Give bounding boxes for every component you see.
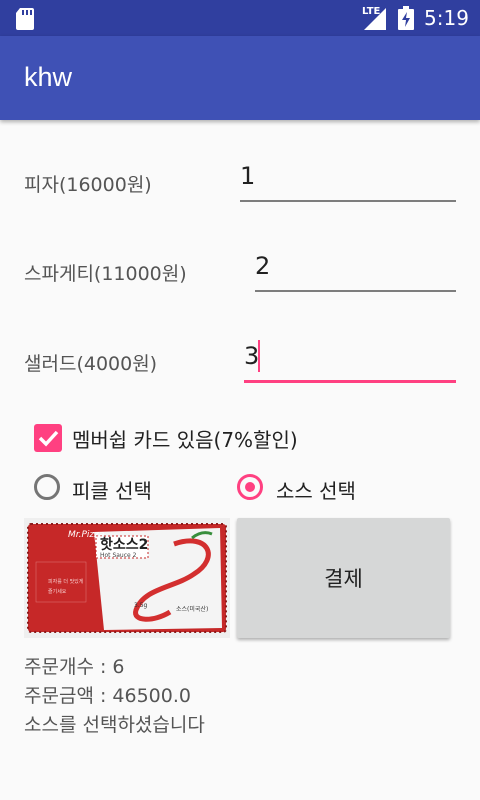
spaghetti-label: 스파게티(11000원) <box>24 263 187 285</box>
pizza-label: 피자(16000원) <box>24 174 152 196</box>
selection-message-text: 소스를 선택하셨습니다 <box>24 714 205 736</box>
pizza-quantity-input[interactable] <box>240 152 456 200</box>
radio-selected-dot <box>245 482 255 492</box>
salad-quantity-input[interactable] <box>244 332 456 380</box>
product-name-en: Hot Sauce 2 <box>100 552 137 559</box>
spaghetti-quantity-input[interactable] <box>255 242 456 290</box>
pay-button[interactable]: 결제 <box>237 518 450 638</box>
pickle-radio-label[interactable]: 피클 선택 <box>72 475 152 504</box>
salad-quantity-field[interactable] <box>244 332 456 383</box>
check-icon <box>38 430 59 447</box>
brand-text: Mr.Pizza <box>68 530 105 540</box>
membership-label[interactable]: 멤버쉽 카드 있음(7%할인) <box>72 424 298 453</box>
status-bar: LTE 5:19 <box>0 0 480 36</box>
sauce-radio-label[interactable]: 소스 선택 <box>276 475 356 504</box>
product-origin: 소스(미국산) <box>176 606 209 613</box>
order-count-text: 주문개수 : 6 <box>24 656 125 678</box>
product-weight: 3.5g <box>134 602 148 609</box>
signal-icon <box>364 8 386 30</box>
clock-time: 5:19 <box>424 6 469 30</box>
product-name-ko: 핫소스2 <box>100 537 149 553</box>
membership-checkbox[interactable] <box>34 424 62 452</box>
hot-sauce-image: Mr.Pizza 핫소스2 Hot Sauce 2 피자를 더 맛있게 즐기세요… <box>24 518 230 638</box>
battery-icon <box>398 6 414 30</box>
pizza-quantity-field[interactable] <box>240 152 456 202</box>
sd-card-icon <box>16 8 34 30</box>
salad-label: 샐러드(4000원) <box>24 353 158 375</box>
pickle-radio[interactable] <box>34 474 60 500</box>
order-amount-text: 주문금액 : 46500.0 <box>24 685 191 707</box>
app-title: khw <box>24 62 73 92</box>
pay-button-label: 결제 <box>324 567 363 591</box>
app-bar: khw <box>0 36 480 120</box>
sauce-radio[interactable] <box>237 474 263 500</box>
product-note-1: 피자를 더 맛있게 <box>48 579 84 585</box>
product-note-2: 즐기세요 <box>48 589 67 595</box>
spaghetti-quantity-field[interactable] <box>255 242 456 292</box>
text-cursor <box>258 340 260 372</box>
